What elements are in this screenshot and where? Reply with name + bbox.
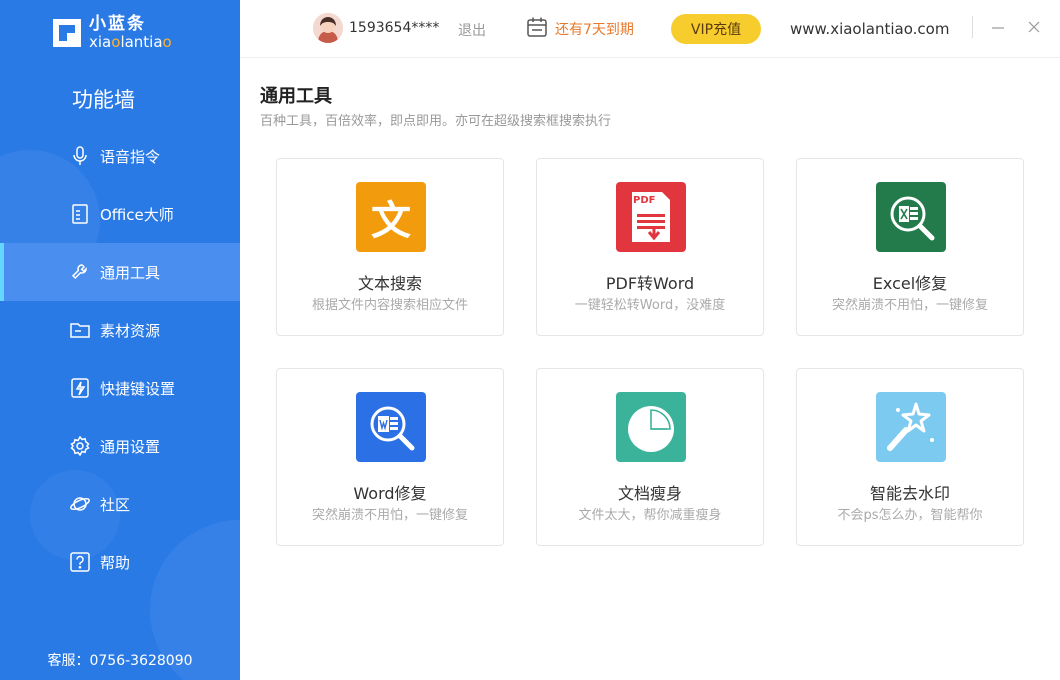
sidebar-item-label: 语音指令 bbox=[100, 147, 161, 166]
text-search-icon: 文 bbox=[356, 182, 426, 252]
tool-title: 文本搜索 bbox=[357, 274, 422, 293]
tool-card-doc-slim[interactable]: 文档瘦身 文件太大，帮你减重瘦身 bbox=[536, 368, 764, 546]
tool-title: Excel修复 bbox=[872, 274, 948, 293]
minimize-icon[interactable] bbox=[990, 17, 1006, 37]
sidebar-item-label: 社区 bbox=[100, 495, 131, 514]
sidebar-item-general-settings[interactable]: 通用设置 bbox=[0, 417, 240, 475]
pdf-to-word-icon: PDF bbox=[616, 182, 686, 252]
folder-icon bbox=[70, 320, 90, 340]
tool-description: 突然崩溃不用怕，一键修复 bbox=[311, 508, 468, 523]
tool-description: 文件太大，帮你减重瘦身 bbox=[578, 508, 722, 523]
gear-icon bbox=[70, 436, 90, 456]
question-icon bbox=[70, 552, 90, 572]
tool-card-word-repair[interactable]: Word修复 突然崩溃不用怕，一键修复 bbox=[276, 368, 504, 546]
page-subtitle: 百种工具，百倍效率，即点即用。亦可在超级搜索框搜索执行 bbox=[260, 114, 612, 129]
tool-description: 一键轻松转Word，没难度 bbox=[574, 298, 726, 313]
user-phone: 1593654**** bbox=[349, 20, 440, 36]
sidebar-item-help[interactable]: 帮助 bbox=[0, 533, 240, 591]
tool-description: 不会ps怎么办，智能帮你 bbox=[837, 508, 983, 523]
sidebar-item-office-master[interactable]: Office大师 bbox=[0, 185, 240, 243]
document-icon bbox=[70, 204, 90, 224]
logo-text-cn: 小蓝条 bbox=[89, 14, 146, 34]
top-bar: 1593654**** 退出 还有7天到期 VIP充值 www.xiaolant… bbox=[240, 0, 1060, 58]
planet-icon bbox=[70, 494, 90, 514]
sidebar-item-label: 快捷键设置 bbox=[100, 379, 176, 398]
tool-description: 根据文件内容搜索相应文件 bbox=[311, 298, 468, 313]
sidebar-item-label: 素材资源 bbox=[100, 321, 161, 340]
doc-slim-icon bbox=[616, 392, 686, 462]
sidebar-item-materials[interactable]: 素材资源 bbox=[0, 301, 240, 359]
expire-notice: 还有7天到期 bbox=[555, 22, 634, 38]
page-title: 通用工具 bbox=[260, 86, 332, 107]
tool-title: 智能去水印 bbox=[869, 484, 950, 503]
vip-recharge-button[interactable]: VIP充值 bbox=[671, 14, 761, 44]
app-logo: 小蓝条 xiaolantiao bbox=[52, 16, 172, 50]
customer-service-hotline: 客服：0756-3628090 bbox=[47, 653, 193, 669]
tool-title: 文档瘦身 bbox=[617, 484, 682, 503]
sidebar-title: 功能墙 bbox=[72, 88, 135, 112]
close-icon[interactable] bbox=[1026, 17, 1042, 37]
tool-card-excel-repair[interactable]: Excel修复 突然崩溃不用怕，一键修复 bbox=[796, 158, 1024, 336]
sidebar: 小蓝条 xiaolantiao 功能墙 语音指令 Office大师 通用工具 素… bbox=[0, 0, 240, 680]
logout-link[interactable]: 退出 bbox=[458, 20, 486, 40]
tool-card-text-search[interactable]: 文 文本搜索 根据文件内容搜索相应文件 bbox=[276, 158, 504, 336]
tool-description: 突然崩溃不用怕，一键修复 bbox=[831, 298, 988, 313]
sidebar-item-label: 帮助 bbox=[100, 553, 131, 572]
magic-wand-icon bbox=[876, 392, 946, 462]
sidebar-item-label: 通用工具 bbox=[100, 263, 161, 282]
tool-title: PDF转Word bbox=[605, 274, 695, 293]
tool-card-pdf-to-word[interactable]: PDF PDF转Word 一键轻松转Word，没难度 bbox=[536, 158, 764, 336]
sidebar-item-general-tools[interactable]: 通用工具 bbox=[0, 243, 240, 301]
sidebar-item-community[interactable]: 社区 bbox=[0, 475, 240, 533]
sidebar-item-voice-command[interactable]: 语音指令 bbox=[0, 127, 240, 185]
word-repair-icon bbox=[356, 392, 426, 462]
tool-card-watermark-removal[interactable]: 智能去水印 不会ps怎么办，智能帮你 bbox=[796, 368, 1024, 546]
website-link[interactable]: www.xiaolantiao.com bbox=[790, 20, 949, 38]
avatar[interactable] bbox=[313, 13, 343, 43]
excel-repair-icon bbox=[876, 182, 946, 252]
logo-icon bbox=[52, 18, 82, 48]
logo-text-en: xiaolantiao bbox=[89, 33, 172, 51]
calendar-icon bbox=[526, 16, 548, 38]
sidebar-nav: 语音指令 Office大师 通用工具 素材资源 快捷键设置 通用设置 社区 帮助 bbox=[0, 127, 240, 591]
microphone-icon bbox=[70, 146, 90, 166]
sidebar-item-label: 通用设置 bbox=[100, 437, 161, 456]
sidebar-item-label: Office大师 bbox=[100, 205, 174, 224]
lightning-icon bbox=[70, 378, 90, 398]
wrench-icon bbox=[70, 262, 90, 282]
sidebar-item-shortcut-settings[interactable]: 快捷键设置 bbox=[0, 359, 240, 417]
tool-title: Word修复 bbox=[353, 484, 427, 503]
window-controls-divider bbox=[972, 16, 973, 38]
